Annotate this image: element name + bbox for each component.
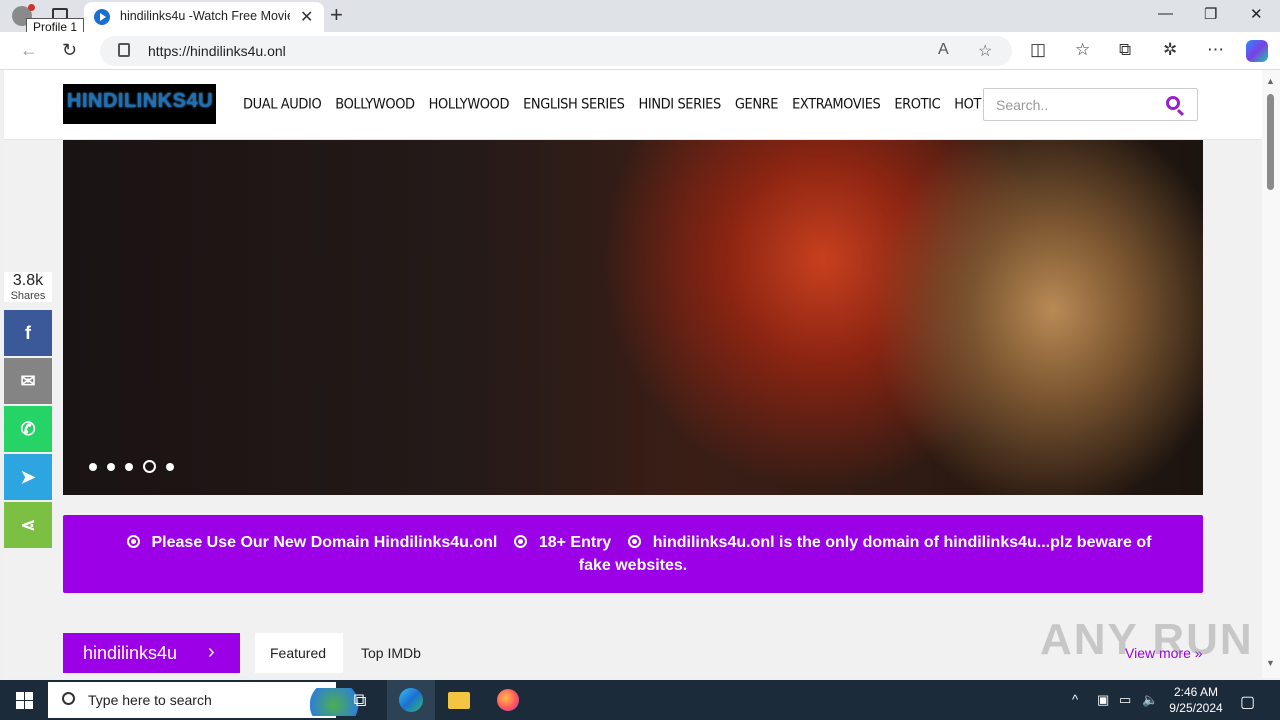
network-icon[interactable]: ▭ xyxy=(1119,692,1131,708)
clock-date: 9/25/2024 xyxy=(1169,701,1223,715)
tray-device-icon[interactable]: ▣ xyxy=(1097,692,1109,708)
site-search-input[interactable]: Search.. xyxy=(983,88,1198,121)
favorites-icon[interactable]: ☆ xyxy=(1075,40,1090,60)
collections-icon[interactable]: ⧉ xyxy=(1119,40,1131,60)
slider-dot[interactable] xyxy=(143,460,156,473)
file-explorer-icon[interactable] xyxy=(435,680,483,720)
extensions-icon[interactable]: ✲ xyxy=(1163,40,1177,60)
hero-slider[interactable] xyxy=(63,140,1203,495)
email-share-icon[interactable]: ✉ xyxy=(4,358,52,404)
search-icon[interactable] xyxy=(1166,96,1180,110)
refresh-button[interactable]: ↻ xyxy=(62,40,77,61)
telegram-share-icon[interactable]: ➤ xyxy=(4,454,52,500)
share-share-icon[interactable]: ⋖ xyxy=(4,502,52,548)
profile-notification-dot xyxy=(28,4,35,11)
browser-tab-bar: hindilinks4u -Watch Free Movies ✕ + — ❐ … xyxy=(0,0,1280,32)
nav-item-bollywood[interactable]: BOLLYWOOD xyxy=(335,96,415,112)
back-button[interactable]: ← xyxy=(20,40,38,61)
url-text[interactable]: https://hindilinks4u.onl xyxy=(148,43,286,59)
windows-taskbar: Type here to search ⧉ ^ ▣ ▭ 🔈 2:46 AM 9/… xyxy=(0,680,1280,720)
site-favicon-icon xyxy=(94,9,110,25)
notice-item-2: 18+ Entry xyxy=(538,534,612,551)
new-tab-button[interactable]: + xyxy=(330,2,343,28)
bullet-icon xyxy=(126,535,140,548)
taskbar-clock[interactable]: 2:46 AM 9/25/2024 xyxy=(1164,684,1228,716)
windows-start-icon[interactable] xyxy=(16,692,33,709)
lock-icon[interactable] xyxy=(118,43,130,57)
tab-title: hindilinks4u -Watch Free Movies xyxy=(120,9,290,23)
page-scrollbar[interactable]: ▲ ▼ xyxy=(1262,70,1280,678)
slider-dot[interactable] xyxy=(166,462,174,471)
site-logo[interactable]: HINDILINKS4U xyxy=(63,84,216,124)
facebook-share-icon[interactable]: f xyxy=(4,310,52,356)
nav-item-genre[interactable]: GENRE xyxy=(735,96,779,112)
slider-dot[interactable] xyxy=(125,462,133,471)
copilot-icon[interactable] xyxy=(1246,40,1268,62)
bullet-icon xyxy=(513,535,527,548)
window-minimize-button[interactable]: — xyxy=(1158,5,1173,22)
nav-item-hindi-series[interactable]: HINDI SERIES xyxy=(639,96,722,112)
announcement-banner: Please Use Our New Domain Hindilinks4u.o… xyxy=(63,515,1203,593)
window-restore-button[interactable]: ❐ xyxy=(1204,5,1217,23)
nav-item-english-series[interactable]: ENGLISH SERIES xyxy=(523,96,625,112)
clock-time: 2:46 AM xyxy=(1173,685,1219,699)
volume-icon[interactable]: 🔈 xyxy=(1142,692,1158,708)
slider-dot[interactable] xyxy=(107,462,115,471)
scroll-up-icon[interactable]: ▲ xyxy=(1266,76,1275,86)
anyrun-watermark: ANY RUN xyxy=(1040,615,1254,664)
taskbar-search-placeholder: Type here to search xyxy=(88,692,212,708)
slider-dots xyxy=(89,460,174,473)
address-bar[interactable]: https://hindilinks4u.onl A ☆ xyxy=(100,36,1012,66)
nav-item-erotic[interactable]: EROTIC xyxy=(894,96,940,112)
search-placeholder: Search.. xyxy=(996,97,1049,113)
chevron-right-icon: › xyxy=(208,641,215,663)
taskbar-search-input[interactable]: Type here to search xyxy=(48,682,370,718)
site-header: HINDILINKS4U DUAL AUDIO BOLLYWOOD HOLLYW… xyxy=(4,70,1262,140)
browser-tab-active[interactable]: hindilinks4u -Watch Free Movies ✕ xyxy=(84,2,324,32)
section-title-button[interactable]: hindilinks4u › xyxy=(63,633,240,673)
webpage: HINDILINKS4U DUAL AUDIO BOLLYWOOD HOLLYW… xyxy=(4,70,1262,678)
main-nav: DUAL AUDIO BOLLYWOOD HOLLYWOOD ENGLISH S… xyxy=(243,96,1029,112)
scroll-thumb[interactable] xyxy=(1267,94,1274,190)
notifications-icon[interactable]: ▢ xyxy=(1240,692,1255,712)
share-counter: 3.8k Shares xyxy=(4,272,52,302)
window-close-button[interactable]: ✕ xyxy=(1250,5,1263,23)
nav-item-hollywood[interactable]: HOLLYWOOD xyxy=(429,96,510,112)
notice-item-3: hindilinks4u.onl is the only domain of h… xyxy=(578,534,1152,574)
bullet-icon xyxy=(627,535,641,548)
slider-dot[interactable] xyxy=(89,462,97,471)
tab-close-icon[interactable]: ✕ xyxy=(300,7,313,27)
edge-taskbar-icon[interactable] xyxy=(387,680,435,720)
tray-chevron-up-icon[interactable]: ^ xyxy=(1072,692,1078,707)
whatsapp-share-icon[interactable]: ✆ xyxy=(4,406,52,452)
nav-item-dual-audio[interactable]: DUAL AUDIO xyxy=(243,96,322,112)
notice-item-1: Please Use Our New Domain Hindilinks4u.o… xyxy=(151,534,498,551)
read-aloud-icon[interactable]: A xyxy=(938,41,949,59)
favorite-star-icon[interactable]: ☆ xyxy=(978,41,992,61)
tab-featured[interactable]: Featured xyxy=(255,633,343,673)
tab-top-imdb[interactable]: Top IMDb xyxy=(361,645,421,661)
split-screen-icon[interactable]: ◫ xyxy=(1030,40,1046,60)
firefox-icon[interactable] xyxy=(484,680,532,720)
more-menu-icon[interactable]: ⋯ xyxy=(1207,40,1224,60)
share-label: Shares xyxy=(10,290,46,302)
nav-item-extramovies[interactable]: EXTRAMOVIES xyxy=(792,96,881,112)
search-icon xyxy=(62,692,75,705)
scroll-down-icon[interactable]: ▼ xyxy=(1266,658,1275,668)
share-count: 3.8k xyxy=(12,272,44,289)
section-title: hindilinks4u xyxy=(83,643,178,663)
browser-toolbar: ← ↻ https://hindilinks4u.onl A ☆ ◫ ☆ ⧉ ✲… xyxy=(0,32,1280,70)
task-view-icon[interactable]: ⧉ xyxy=(336,680,384,720)
